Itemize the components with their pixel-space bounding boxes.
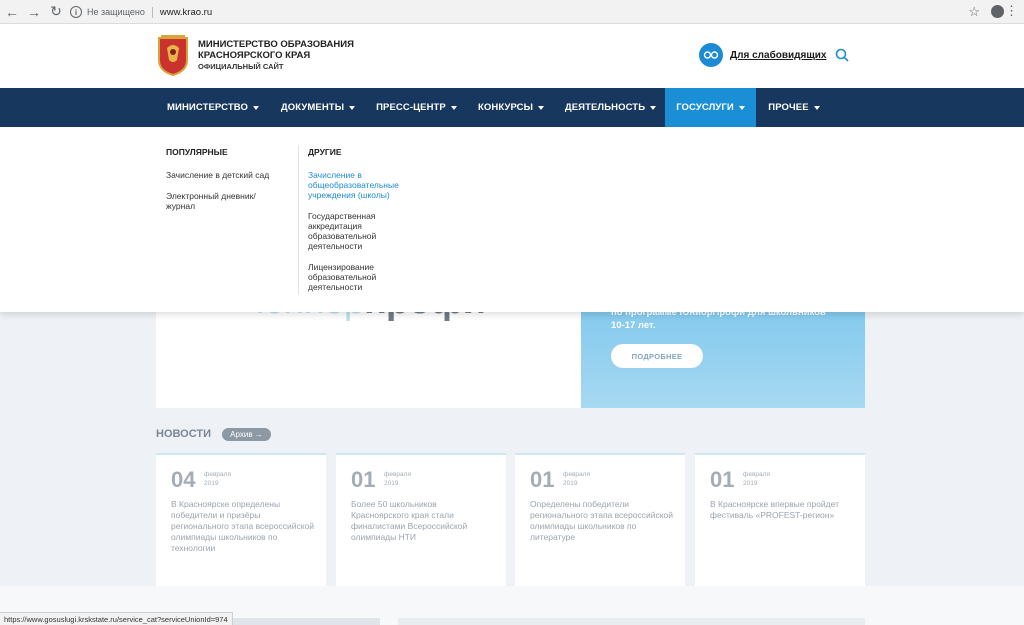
info-icon[interactable]: i <box>70 6 82 18</box>
other-title: ДРУГИЕ <box>308 147 342 157</box>
news-card[interactable]: 01 февраля 2019 В Красноярске впервые про… <box>695 453 865 586</box>
search-icon[interactable] <box>835 48 849 62</box>
news-day: 01 <box>710 467 735 492</box>
dropdown-link-licensing[interactable]: Лицензирование образовательной деятельно… <box>308 262 408 292</box>
link-status-bar: https://www.gosuslugi.krskstate.ru/servi… <box>0 612 233 625</box>
security-label: Не защищено <box>87 7 145 17</box>
news-text[interactable]: В Красноярске впервые пройдет фестиваль … <box>710 499 855 521</box>
chevron-down-icon <box>252 105 259 110</box>
section-block <box>398 618 865 625</box>
dropdown-link-e-diary[interactable]: Электронный дневник/ журнал <box>166 191 286 211</box>
org-name[interactable]: МИНИСТЕРСТВО ОБРАЗОВАНИЯ КРАСНОЯРСКОГО К… <box>198 39 358 61</box>
profile-avatar-icon[interactable] <box>991 5 1004 18</box>
bookmark-star-icon[interactable]: ☆ <box>968 4 980 20</box>
news-date: февраля 2019 <box>204 471 231 487</box>
news-day: 01 <box>351 467 376 492</box>
chevron-down-icon <box>349 105 356 110</box>
archive-button[interactable]: Архив → <box>222 428 271 441</box>
forward-icon[interactable]: → <box>24 2 44 22</box>
chevron-down-icon <box>738 105 745 110</box>
dropdown-link-school-enrollment[interactable]: Зачисление в общеобразовательные учрежде… <box>308 170 408 200</box>
nav-item-other[interactable]: ПРОЧЕЕ <box>756 88 832 127</box>
chevron-down-icon <box>450 105 457 110</box>
news-text[interactable]: В Красноярске определены победители и пр… <box>171 499 316 554</box>
crest-logo-icon[interactable] <box>157 34 189 76</box>
dropdown-link-accreditation[interactable]: Государственная аккредитация образовател… <box>308 211 408 251</box>
browser-menu-icon[interactable]: ⋮ <box>1005 4 1018 17</box>
news-card[interactable]: 01 февраля 2019 Более 50 школьников Красн… <box>336 453 506 586</box>
nav-item-contests[interactable]: КОНКУРСЫ <box>466 88 556 127</box>
browser-toolbar: ← → ↻ i Не защищено www.krao.ru ☆ ⋮ <box>0 0 1024 24</box>
popular-title: ПОПУЛЯРНЫЕ <box>166 147 228 157</box>
glasses-icon[interactable] <box>699 43 723 67</box>
column-divider <box>298 145 299 295</box>
gosuslugi-dropdown: ПОПУЛЯРНЫЕ Зачисление в детский сад Элек… <box>0 127 1024 312</box>
news-card[interactable]: 04 февраля 2019 В Красноярске определены … <box>156 453 326 586</box>
news-date: февраля 2019 <box>563 471 590 487</box>
banner-more-button[interactable]: ПОДРОБНЕЕ <box>611 344 703 368</box>
other-column: ДРУГИЕ Зачисление в общеобразовательные … <box>308 147 408 303</box>
nav-item-ministry[interactable]: МИНИСТЕРСТВО <box>157 88 269 127</box>
news-heading: НОВОСТИ <box>156 428 212 440</box>
back-icon[interactable]: ← <box>2 2 22 22</box>
reload-icon[interactable]: ↻ <box>46 2 66 22</box>
news-date: февраля 2019 <box>384 471 411 487</box>
dropdown-link-kindergarten[interactable]: Зачисление в детский сад <box>166 170 286 180</box>
nav-item-gosuslugi[interactable]: ГОСУСЛУГИ <box>665 88 756 127</box>
main-nav: МИНИСТЕРСТВО ДОКУМЕНТЫ ПРЕСС-ЦЕНТР КОНКУ… <box>0 88 1024 127</box>
chevron-down-icon <box>650 105 657 110</box>
org-subtitle: ОФИЦИАЛЬНЫЙ САЙТ <box>198 62 284 71</box>
news-day: 04 <box>171 467 196 492</box>
nav-item-activity[interactable]: ДЕЯТЕЛЬНОСТЬ <box>556 88 665 127</box>
news-text[interactable]: Более 50 школьников Красноярского края с… <box>351 499 496 543</box>
nav-item-press-center[interactable]: ПРЕСС-ЦЕНТР <box>367 88 466 127</box>
accessibility-link[interactable]: Для слабовидящих <box>730 50 826 61</box>
divider <box>151 6 153 18</box>
chevron-down-icon <box>813 105 820 110</box>
site-header: МИНИСТЕРСТВО ОБРАЗОВАНИЯ КРАСНОЯРСКОГО К… <box>0 24 1024 88</box>
address-bar[interactable]: i Не защищено www.krao.ru <box>66 3 986 21</box>
popular-column: ПОПУЛЯРНЫЕ Зачисление в детский сад Элек… <box>166 147 286 222</box>
nav-item-documents[interactable]: ДОКУМЕНТЫ <box>269 88 367 127</box>
news-date: февраля 2019 <box>743 471 770 487</box>
url-text: www.krao.ru <box>159 6 213 18</box>
news-card[interactable]: 01 февраля 2019 Определены победители рег… <box>515 453 685 586</box>
news-day: 01 <box>530 467 555 492</box>
chevron-down-icon <box>538 105 545 110</box>
news-text[interactable]: Определены победители регионального этап… <box>530 499 675 543</box>
